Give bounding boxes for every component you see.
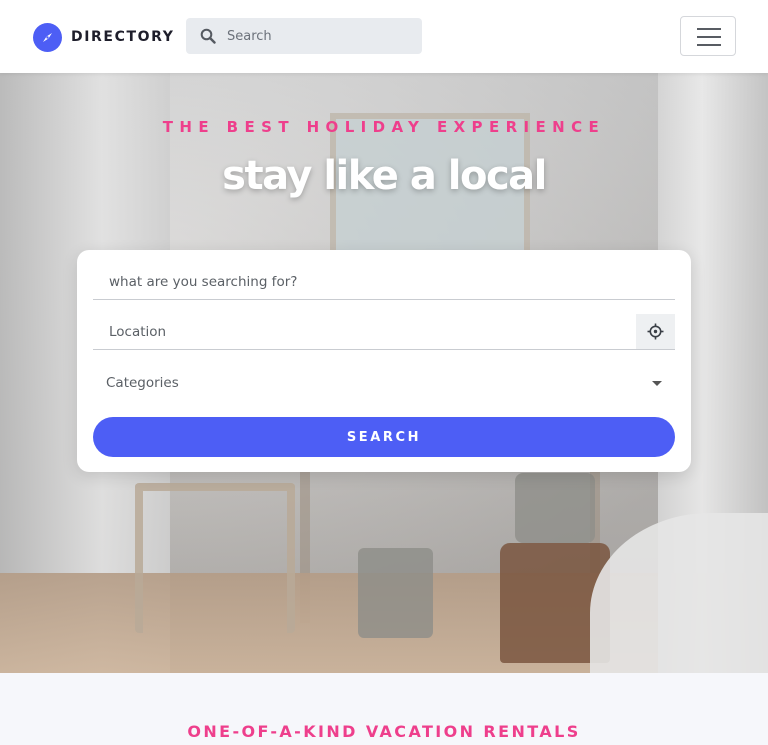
hero-background [358,548,433,638]
hero-background [135,483,295,633]
hero-background [515,473,595,543]
locate-me-button[interactable] [636,314,675,349]
crosshair-icon [647,323,664,340]
compass-icon [33,22,62,52]
what-search-input[interactable] [93,273,675,290]
brand-link[interactable]: DIRECTORY [33,22,174,52]
search-form: Categories SEARCH [77,250,691,472]
hamburger-menu-icon [697,28,721,30]
location-field [93,314,675,350]
chevron-down-icon [652,380,662,386]
nav-search-input[interactable] [227,28,417,44]
hero-kicker: THE BEST HOLIDAY EXPERIENCE [162,118,606,136]
hamburger-menu-button[interactable] [680,16,736,56]
search-button[interactable]: SEARCH [93,417,675,457]
location-input[interactable] [93,323,633,340]
hero-title: stay like a local [222,153,547,199]
section-title: ONE-OF-A-KIND VACATION RENTALS [187,722,581,741]
hero-section: THE BEST HOLIDAY EXPERIENCE stay like a … [0,73,768,673]
search-icon [200,28,216,44]
categories-selected-value: Categories [106,375,179,391]
nav-search-box [186,18,422,54]
hamburger-menu-icon [697,44,721,46]
categories-select[interactable]: Categories [93,365,675,401]
brand-name: DIRECTORY [71,29,175,45]
hamburger-menu-icon [697,36,721,38]
top-navbar: DIRECTORY [0,0,768,73]
what-field [93,264,675,300]
hero-background [590,513,768,673]
